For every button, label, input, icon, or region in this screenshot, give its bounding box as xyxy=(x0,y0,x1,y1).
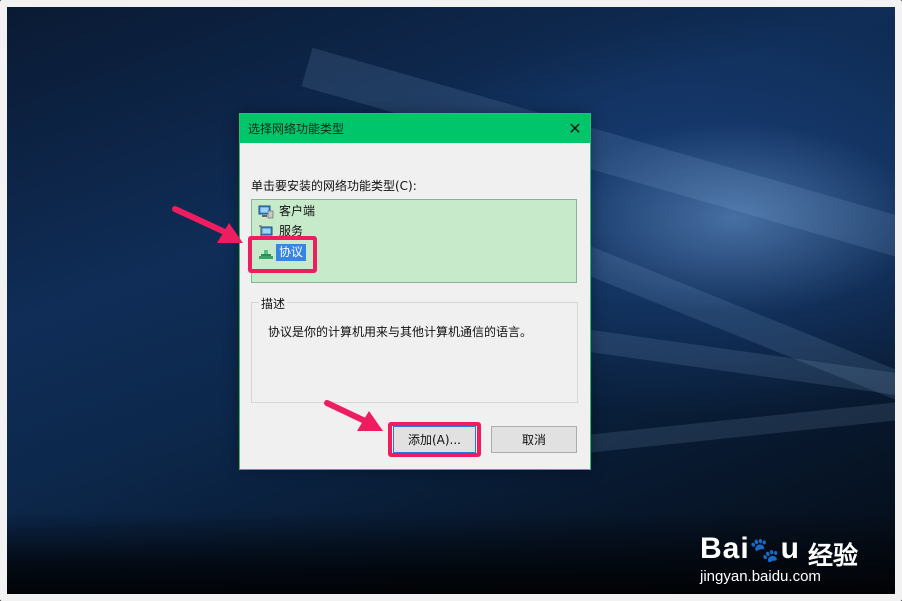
baidu-jingyan-watermark: Bai🐾u 经验 jingyan.baidu.com xyxy=(700,512,870,592)
arrow-to-add-button-icon xyxy=(324,400,383,431)
dialog-title: 选择网络功能类型 xyxy=(248,122,345,136)
list-item-client[interactable]: 客户端 xyxy=(258,202,318,221)
protocol-highlight-box xyxy=(248,236,317,273)
close-icon[interactable]: ✕ xyxy=(560,114,590,143)
dialog-titlebar: 选择网络功能类型 ✕ xyxy=(240,114,590,143)
jingyan-brand-text: 经验 xyxy=(808,541,859,570)
feature-type-prompt: 单击要安装的网络功能类型(C): xyxy=(251,179,417,193)
list-item-label: 客户端 xyxy=(279,204,316,218)
select-network-feature-dialog: 选择网络功能类型 ✕ 单击要安装的网络功能类型(C): 客户端 服务 协议 描述… xyxy=(239,113,591,470)
screenshot-frame: 选择网络功能类型 ✕ 单击要安装的网络功能类型(C): 客户端 服务 协议 描述… xyxy=(0,0,902,601)
description-text: 协议是你的计算机用来与其他计算机通信的语言。 xyxy=(268,325,533,339)
description-groupbox xyxy=(251,302,578,403)
description-legend: 描述 xyxy=(259,295,288,312)
client-icon xyxy=(258,204,274,220)
cancel-button[interactable]: 取消 xyxy=(491,426,577,453)
watermark-url: jingyan.baidu.com xyxy=(700,568,821,585)
baidu-logo: Bai🐾u xyxy=(700,532,800,565)
add-button-highlight-box xyxy=(388,422,481,457)
arrow-to-protocol-icon xyxy=(172,206,243,243)
